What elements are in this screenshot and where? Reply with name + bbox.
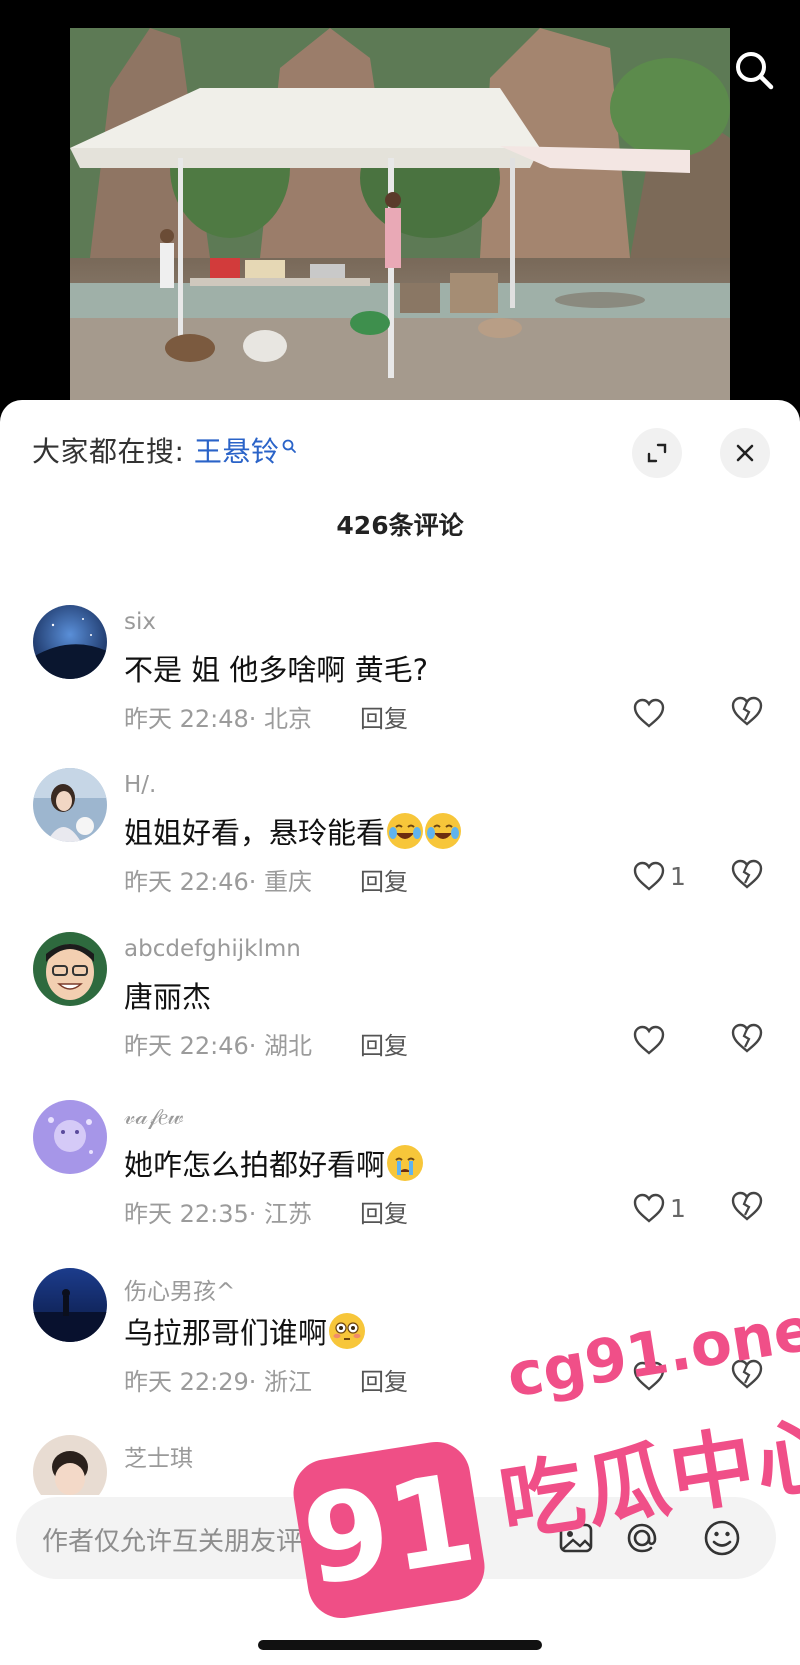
avatar[interactable] [33, 1268, 107, 1342]
broken-heart-icon [731, 696, 763, 726]
like-button[interactable]: 1 [632, 858, 686, 894]
comment-item: six 不是 姐 他多啥啊 黄毛? 昨天 22:48· 北京 回复 [0, 605, 800, 755]
reply-button[interactable]: 回复 [360, 1026, 408, 1061]
search-small-icon [281, 430, 297, 463]
comment-text-body: 她咋怎么拍都好看啊 [124, 1148, 386, 1182]
comment-input[interactable]: 作者仅允许互关朋友评论 [42, 1521, 328, 1558]
broken-heart-icon [731, 1023, 763, 1053]
close-icon [736, 444, 754, 462]
expand-button[interactable] [632, 428, 682, 478]
screen: 大家都在搜: 王悬铃 426条评论 six 不是 姐 他多啥啊 黄毛? 昨天 2… [0, 0, 800, 1665]
video-scene [70, 28, 730, 418]
avatar[interactable] [33, 605, 107, 679]
avatar[interactable] [33, 1435, 107, 1495]
avatar[interactable] [33, 768, 107, 842]
username[interactable]: 芝士琪 [124, 1439, 193, 1473]
like-button[interactable] [632, 695, 670, 731]
image-button[interactable] [556, 1518, 596, 1558]
username[interactable]: six [124, 609, 156, 635]
reply-button[interactable]: 回复 [360, 862, 408, 897]
heart-icon [633, 861, 665, 891]
dislike-button[interactable] [730, 1022, 766, 1058]
emoji-button[interactable] [702, 1518, 742, 1558]
comment-item: abcdefghijklmn 唐丽杰 昨天 22:46· 湖北 回复 [0, 932, 800, 1082]
laughing-crying-emoji-icon [425, 813, 462, 849]
video-frame[interactable] [70, 28, 730, 418]
mention-button[interactable] [622, 1518, 662, 1558]
comment-text: 她咋怎么拍都好看啊 [124, 1142, 424, 1184]
like-button[interactable] [632, 1022, 670, 1058]
username[interactable]: abcdefghijklmn [124, 936, 301, 962]
dislike-button[interactable] [730, 858, 766, 894]
comment-text: 不是 姐 他多啥啊 黄毛? [124, 653, 429, 687]
heart-icon [633, 698, 665, 728]
comment-meta: 昨天 22:29· 浙江 [124, 1368, 313, 1396]
comment-text: 乌拉那哥们谁啊 [124, 1310, 366, 1352]
avatar[interactable] [33, 1100, 107, 1174]
comment-input-bar: 作者仅允许互关朋友评论 [16, 1497, 776, 1579]
laughing-crying-emoji-icon [387, 813, 424, 849]
comment-meta: 昨天 22:46· 重庆 [124, 868, 313, 896]
comment-item: 𝓋𝒶𝒻𝑒𝓌 她咋怎么拍都好看啊 昨天 22:35· 江苏 回复 1 [0, 1100, 800, 1250]
comment-meta: 昨天 22:46· 湖北 [124, 1032, 313, 1060]
comment-meta: 昨天 22:35· 江苏 [124, 1200, 313, 1228]
smiley-icon [704, 1520, 740, 1556]
dislike-button[interactable] [730, 1190, 766, 1226]
comment-item: 芝士琪 [0, 1435, 800, 1495]
dislike-button[interactable] [730, 1358, 766, 1394]
flushed-emoji-icon [329, 1313, 366, 1349]
comment-count: 426条评论 [336, 511, 464, 540]
at-icon [627, 1523, 657, 1553]
comment-meta: 昨天 22:48· 北京 [124, 705, 313, 733]
heart-icon [633, 1025, 665, 1055]
username[interactable]: H/. [124, 772, 156, 798]
username[interactable]: 伤心男孩^ [124, 1272, 235, 1306]
like-button[interactable] [632, 1358, 670, 1394]
close-button[interactable] [720, 428, 770, 478]
dislike-button[interactable] [730, 695, 766, 731]
comment-item: H/. 姐姐好看，悬玲能看 昨天 22:46· 重庆 回复 1 [0, 768, 800, 918]
reply-button[interactable]: 回复 [360, 699, 408, 734]
reply-button[interactable]: 回复 [360, 1362, 408, 1397]
image-icon [559, 1523, 593, 1553]
avatar[interactable] [33, 932, 107, 1006]
crying-emoji-icon [387, 1145, 424, 1181]
hot-search-keyword[interactable]: 王悬铃 [194, 435, 280, 468]
hot-search-prefix: 大家都在搜: [32, 435, 194, 468]
broken-heart-icon [731, 1191, 763, 1221]
username[interactable]: 𝓋𝒶𝒻𝑒𝓌 [124, 1104, 184, 1130]
search-icon [736, 52, 774, 90]
like-count: 1 [670, 861, 686, 891]
comment-text: 姐姐好看，悬玲能看 [124, 810, 462, 852]
heart-icon [633, 1361, 665, 1391]
comment-text: 唐丽杰 [124, 980, 212, 1014]
broken-heart-icon [731, 859, 763, 889]
comment-item: 伤心男孩^ 乌拉那哥们谁啊 昨天 22:29· 浙江 回复 [0, 1268, 800, 1418]
reply-button[interactable]: 回复 [360, 1194, 408, 1229]
like-count: 1 [670, 1193, 686, 1223]
hot-search: 大家都在搜: 王悬铃 [32, 430, 297, 470]
heart-icon [633, 1193, 665, 1223]
sheet-header: 大家都在搜: 王悬铃 [32, 428, 770, 478]
search-button[interactable] [730, 46, 778, 94]
like-button[interactable]: 1 [632, 1190, 686, 1226]
comment-text-body: 姐姐好看，悬玲能看 [124, 816, 386, 850]
home-indicator [258, 1640, 542, 1650]
comment-text-body: 乌拉那哥们谁啊 [124, 1316, 328, 1350]
comments-sheet: 大家都在搜: 王悬铃 426条评论 six 不是 姐 他多啥啊 黄毛? 昨天 2… [0, 400, 800, 1665]
broken-heart-icon [731, 1359, 763, 1389]
expand-icon [647, 443, 667, 463]
